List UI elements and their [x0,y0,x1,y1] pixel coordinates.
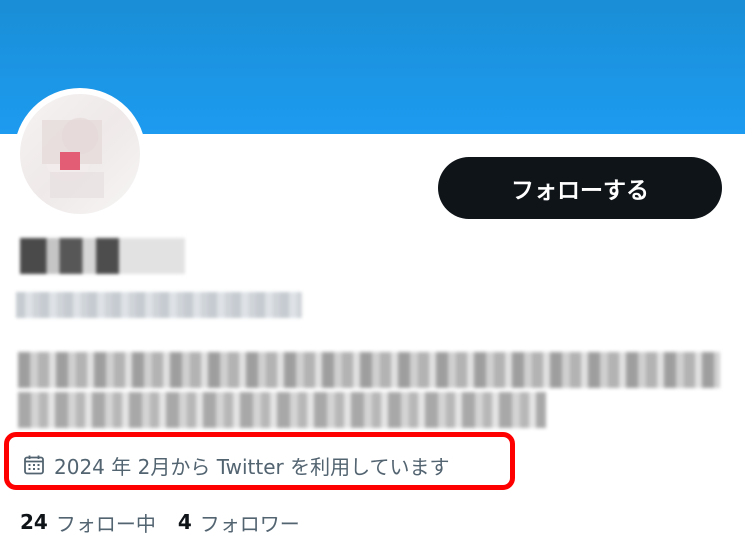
following-count: 24 [20,510,48,534]
avatar-pixelation [50,172,104,198]
followers-link[interactable]: 4 フォロワー [178,508,300,537]
avatar[interactable] [20,94,140,214]
join-date: 2024 年 2月から Twitter を利用しています [22,448,449,482]
followers-count: 4 [177,510,192,534]
follow-button[interactable]: フォローする [438,157,722,219]
follow-stats: 24 フォロー中 4 フォロワー [20,506,322,538]
avatar-frame [14,88,146,220]
username-redacted [16,292,302,318]
avatar-pixelation [60,152,80,170]
bio-line-redacted [18,392,546,428]
followers-label: フォロワー [199,511,300,536]
following-link[interactable]: 24 フォロー中 [20,508,156,537]
display-name-redacted [20,238,185,274]
calendar-icon [22,453,46,477]
bio-line-redacted [18,352,720,388]
join-date-text: 2024 年 2月から Twitter を利用しています [54,454,450,479]
following-label: フォロー中 [55,511,156,536]
